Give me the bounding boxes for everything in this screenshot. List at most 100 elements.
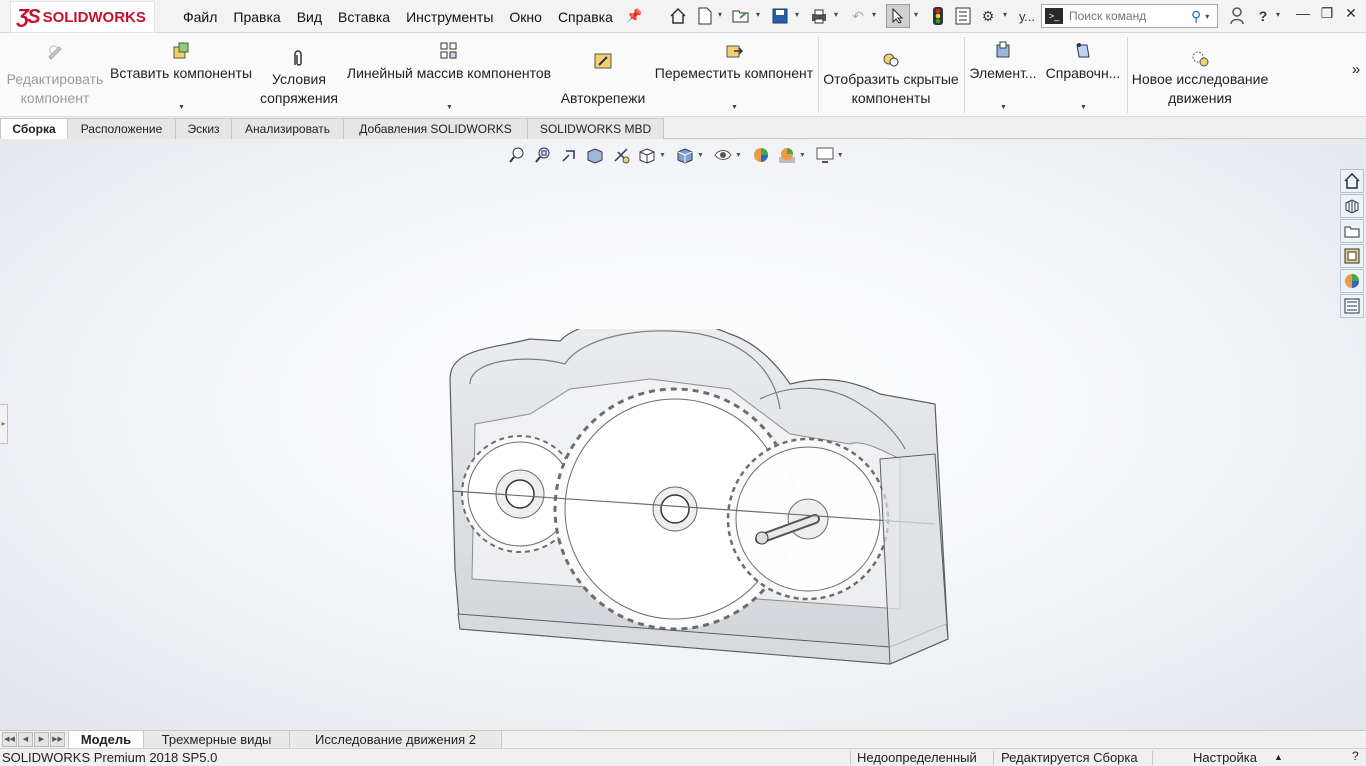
reference-geometry-dropdown-icon[interactable]: ▼	[1080, 104, 1087, 111]
options-gear-icon[interactable]: ⚙	[978, 6, 998, 26]
ribbon-overflow-icon[interactable]: »	[1348, 61, 1364, 81]
tab-solidworks-mbd[interactable]: SOLIDWORKS MBD	[527, 118, 664, 139]
new-motion-study-button[interactable]: Новое исследование движения	[1129, 33, 1271, 117]
assembly-features-button[interactable]: Элемент... ▼	[966, 33, 1040, 117]
apply-scene-dropdown-icon[interactable]: ▼	[799, 152, 806, 159]
hide-show-dropdown-icon[interactable]: ▼	[735, 152, 742, 159]
file-explorer-icon[interactable]	[1340, 219, 1364, 243]
help-icon[interactable]: ?	[1253, 6, 1273, 26]
print-icon[interactable]	[809, 6, 829, 26]
scroll-last-tab-icon[interactable]: ▶▶	[50, 732, 65, 747]
customize-status[interactable]: Настройка	[1193, 750, 1257, 765]
save-dropdown-icon[interactable]: ▾	[795, 10, 803, 20]
open-document-icon[interactable]	[731, 6, 751, 26]
undo-dropdown-icon[interactable]: ▾	[872, 10, 880, 20]
edit-appearance-icon[interactable]	[750, 145, 772, 165]
assembly-features-dropdown-icon[interactable]: ▼	[1000, 104, 1007, 111]
zoom-to-fit-icon[interactable]	[506, 145, 528, 165]
search-icon[interactable]: ⚲	[1191, 8, 1201, 25]
show-hidden-components-button[interactable]: Отобразить скрытые компоненты	[820, 33, 962, 117]
move-component-button[interactable]: Переместить компонент ▼	[652, 33, 816, 117]
file-properties-icon[interactable]	[953, 6, 973, 26]
design-library-icon[interactable]	[1340, 194, 1364, 218]
pane-split-left-icon[interactable]: ◧	[1236, 139, 1252, 142]
mates-button[interactable]: Условия сопряжения	[256, 33, 342, 117]
menu-tools[interactable]: Инструменты	[398, 9, 501, 25]
truncated-toolbar-label[interactable]: у...	[1016, 6, 1038, 26]
move-component-dropdown-icon[interactable]: ▼	[731, 104, 738, 111]
menu-insert[interactable]: Вставка	[330, 9, 398, 25]
previous-view-icon[interactable]	[558, 145, 580, 165]
menu-help[interactable]: Справка	[550, 9, 621, 25]
scroll-next-tab-icon[interactable]: ▶	[34, 732, 49, 747]
search-input[interactable]	[1069, 9, 1189, 23]
view-orientation-dropdown-icon[interactable]: ▼	[659, 152, 666, 159]
new-dropdown-icon[interactable]: ▾	[718, 10, 726, 20]
edit-component-button[interactable]: Редактировать компонент	[4, 33, 106, 117]
linear-pattern-button[interactable]: Линейный массив компонентов ▼	[344, 33, 554, 117]
home-icon[interactable]	[668, 6, 688, 26]
hide-show-items-icon[interactable]	[712, 145, 734, 165]
menu-window[interactable]: Окно	[501, 9, 550, 25]
appearances-icon[interactable]	[1340, 269, 1364, 293]
linear-pattern-dropdown-icon[interactable]: ▼	[446, 104, 453, 111]
graphics-area[interactable]: ▼ ▼ ▼ ▼ ▼ ◧ ◨ — ❐ ✕ ▸	[0, 139, 1366, 730]
doc-close-icon[interactable]: ✕	[1339, 139, 1355, 142]
print-dropdown-icon[interactable]: ▾	[834, 10, 842, 20]
section-view-icon[interactable]	[584, 145, 606, 165]
close-window-icon[interactable]: ✕	[1340, 5, 1362, 25]
custom-properties-icon[interactable]	[1340, 294, 1364, 318]
search-dropdown-icon[interactable]: ▾	[1205, 12, 1209, 21]
apply-scene-icon[interactable]	[776, 145, 798, 165]
display-style-dropdown-icon[interactable]: ▼	[697, 152, 704, 159]
tab-evaluate[interactable]: Анализировать	[231, 118, 344, 139]
select-dropdown-icon[interactable]: ▾	[914, 10, 922, 20]
select-pointer-icon[interactable]	[886, 4, 910, 28]
menu-edit[interactable]: Правка	[225, 9, 288, 25]
user-icon[interactable]	[1227, 6, 1247, 26]
menu-view[interactable]: Вид	[289, 9, 330, 25]
tab-layout[interactable]: Расположение	[67, 118, 176, 139]
display-style-icon[interactable]	[674, 145, 696, 165]
save-icon[interactable]	[770, 6, 790, 26]
view-settings-dropdown-icon[interactable]: ▼	[837, 152, 844, 159]
rebuild-icon[interactable]	[928, 6, 948, 26]
doc-minimize-icon[interactable]: —	[1287, 139, 1303, 142]
help-bubble-icon[interactable]: ?	[1352, 749, 1359, 763]
view-settings-icon[interactable]	[814, 145, 836, 165]
smart-fasteners-button[interactable]: Автокрепежи	[556, 33, 650, 117]
gearbox-assembly-model[interactable]	[430, 329, 960, 679]
undo-icon[interactable]: ↶	[848, 6, 868, 26]
view-orientation-icon[interactable]	[636, 145, 658, 165]
zoom-to-area-icon[interactable]	[532, 145, 554, 165]
mates-paperclip-icon	[294, 50, 302, 66]
tab-sketch[interactable]: Эскиз	[175, 118, 232, 139]
pin-menu-icon[interactable]: 📌	[626, 8, 642, 23]
command-search[interactable]: >_ ⚲ ▾	[1041, 4, 1218, 28]
tab-assembly[interactable]: Сборка	[0, 118, 68, 140]
scroll-prev-tab-icon[interactable]: ◀	[18, 732, 33, 747]
home-icon[interactable]	[1340, 169, 1364, 193]
view-palette-icon[interactable]	[1340, 244, 1364, 268]
solidworks-logo[interactable]: ƷS SOLIDWORKS	[10, 1, 155, 33]
doc-restore-icon[interactable]: ❐	[1311, 139, 1327, 142]
feature-manager-expand-handle[interactable]: ▸	[0, 404, 8, 444]
insert-components-dropdown-icon[interactable]: ▼	[178, 104, 185, 111]
tab-model[interactable]: Модель	[68, 731, 144, 749]
tab-solidworks-addins[interactable]: Добавления SOLIDWORKS	[343, 118, 528, 139]
customize-up-icon[interactable]: ▲	[1274, 752, 1283, 762]
pane-split-right-icon[interactable]: ◨	[1262, 139, 1278, 142]
tab-3d-views[interactable]: Трехмерные виды	[143, 731, 290, 749]
options-dropdown-icon[interactable]: ▾	[1003, 10, 1011, 20]
minimize-window-icon[interactable]: —	[1292, 5, 1314, 25]
open-dropdown-icon[interactable]: ▾	[756, 10, 764, 20]
menu-file[interactable]: Файл	[175, 9, 225, 25]
insert-components-button[interactable]: Вставить компоненты ▼	[108, 33, 254, 117]
new-document-icon[interactable]	[695, 6, 715, 26]
scroll-first-tab-icon[interactable]: ◀◀	[2, 732, 17, 747]
help-dropdown-icon[interactable]: ▾	[1276, 10, 1284, 20]
restore-window-icon[interactable]: ❐	[1316, 5, 1338, 25]
tab-motion-study-2[interactable]: Исследование движения 2	[289, 731, 502, 749]
dynamic-annotation-icon[interactable]	[610, 145, 632, 165]
reference-geometry-button[interactable]: Справочн... ▼	[1042, 33, 1124, 117]
